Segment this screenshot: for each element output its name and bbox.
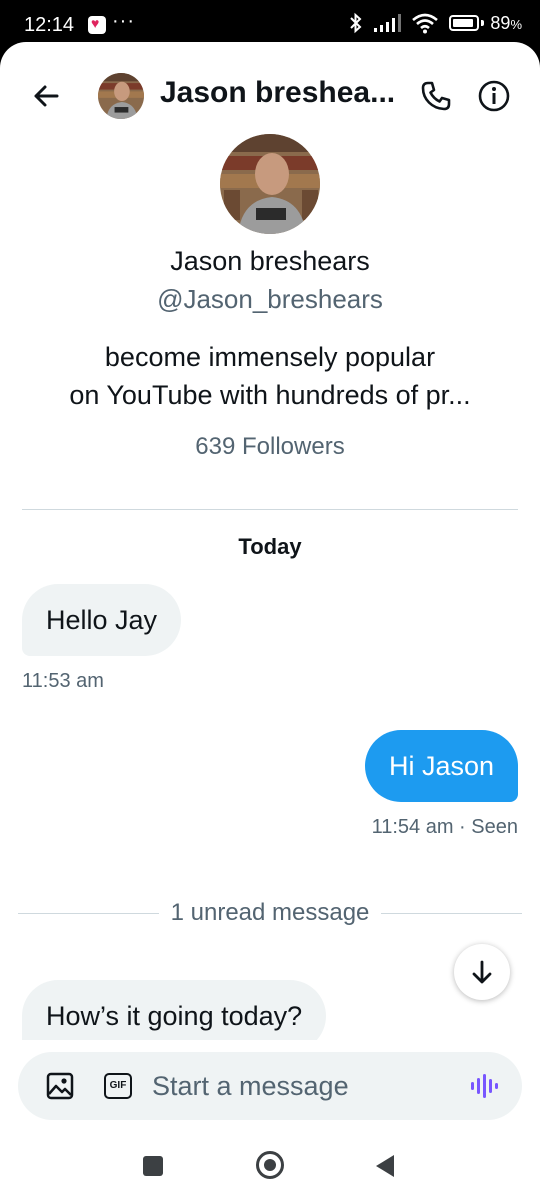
phone-icon: [421, 81, 451, 111]
call-button[interactable]: [418, 78, 454, 114]
system-navigation-bar: [0, 1142, 540, 1200]
status-icons: 89%: [349, 12, 522, 34]
notification-icon: [88, 15, 106, 34]
status-time: 12:14: [24, 14, 75, 36]
avatar-photo: [220, 134, 320, 234]
wifi-icon: [412, 13, 439, 34]
read-status: Seen: [471, 816, 518, 838]
status-bar: 12:14 ··· 89%: [0, 0, 540, 44]
message-meta: 11:54 am · Seen: [372, 816, 518, 839]
message-timestamp: 11:54 am: [371, 816, 454, 838]
system-back-button[interactable]: [376, 1155, 394, 1177]
recent-apps-button[interactable]: [143, 1156, 163, 1176]
message-composer: GIF: [18, 1052, 522, 1120]
gif-button[interactable]: GIF: [104, 1073, 132, 1099]
home-button[interactable]: [256, 1151, 284, 1179]
message-bubble-outgoing[interactable]: Hi Jason: [364, 730, 518, 802]
profile-bio-line: become immensely popular: [104, 342, 436, 372]
battery-icon: 89%: [449, 13, 522, 34]
info-icon: [478, 80, 510, 112]
back-button[interactable]: [28, 78, 64, 114]
followers-count[interactable]: 639 Followers: [0, 433, 540, 461]
profile-bio: become immensely popular on YouTube with…: [40, 338, 500, 414]
audio-waveform-icon: [471, 1074, 498, 1098]
date-label: Today: [238, 534, 302, 559]
profile-handle: @Jason_breshears: [157, 284, 383, 314]
meta-separator: ·: [459, 816, 466, 838]
image-icon: [46, 1072, 74, 1100]
message-bubble-incoming[interactable]: Hello Jay: [22, 584, 182, 656]
message-timestamp: 11:53 am: [22, 670, 104, 692]
avatar-photo: [98, 73, 144, 119]
arrow-down-icon: [472, 960, 492, 984]
profile-avatar[interactable]: [220, 134, 320, 234]
arrow-left-icon: [34, 85, 59, 107]
unread-divider: 1 unread message: [18, 898, 523, 928]
divider: [22, 509, 518, 510]
message-input[interactable]: [152, 1066, 452, 1106]
profile-bio-line: on YouTube with hundreds of pr...: [69, 380, 471, 410]
info-button[interactable]: [476, 78, 512, 114]
divider: [381, 912, 523, 914]
battery-percent: 89: [490, 12, 511, 33]
add-image-button[interactable]: [46, 1072, 74, 1100]
header-avatar[interactable]: [98, 73, 144, 119]
header-name[interactable]: Jason breshea...: [160, 76, 412, 110]
scroll-to-bottom-button[interactable]: [454, 944, 510, 1000]
dm-conversation-screen: Jason breshea... Jason breshears @Jason_…: [0, 42, 540, 1200]
bluetooth-icon: [350, 12, 362, 34]
unread-label: 1 unread message: [170, 899, 370, 926]
divider: [18, 912, 159, 914]
more-notifications-icon: ···: [112, 10, 135, 32]
cell-signal-icon: [374, 14, 402, 32]
profile-name: Jason breshears: [170, 246, 370, 276]
voice-message-button[interactable]: [470, 1072, 498, 1100]
